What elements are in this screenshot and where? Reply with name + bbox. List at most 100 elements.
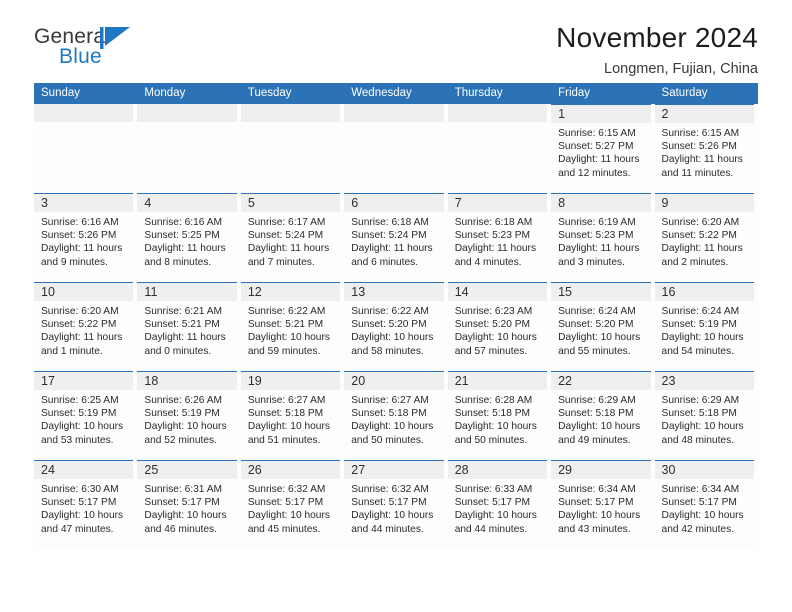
- day-number: 23: [661, 374, 676, 388]
- day-number-band: 22: [551, 371, 651, 390]
- sunset-text: Sunset: 5:21 PM: [144, 319, 220, 331]
- calendar-day-cell[interactable]: 12 Sunrise: 6:22 AM Sunset: 5:21 PM Dayligh…: [240, 282, 345, 371]
- calendar-day-cell-empty: [137, 104, 241, 193]
- day-number-band: 24: [34, 460, 134, 479]
- sunset-text: Sunset: 5:18 PM: [454, 408, 531, 420]
- calendar-day-cell[interactable]: 3 Sunrise: 6:16 AM Sunset: 5:26 PM Daylight…: [34, 193, 138, 282]
- day-number-band: 17: [34, 371, 134, 390]
- day-number: 5: [247, 196, 255, 210]
- calendar-day-cell[interactable]: 4 Sunrise: 6:16 AM Sunset: 5:25 PM Daylight…: [137, 193, 241, 282]
- calendar-day-cell[interactable]: 2 Sunrise: 6:15 AM Sunset: 5:26 PM Daylight…: [654, 104, 758, 193]
- day-number-band: 18: [137, 371, 237, 390]
- calendar-day-cell[interactable]: 28 Sunrise: 6:33 AM Sunset: 5:17 PM Dayligh…: [447, 460, 552, 549]
- day-sun-info: Sunrise: 6:19 AM Sunset: 5:23 PM Daylight:…: [551, 212, 650, 269]
- sunrise-text: Sunrise: 6:24 AM: [661, 306, 740, 317]
- day-number: 16: [661, 285, 676, 299]
- calendar-day-cell[interactable]: 18 Sunrise: 6:26 AM Sunset: 5:19 PM Dayligh…: [137, 371, 241, 460]
- day-sun-info: Sunrise: 6:33 AM Sunset: 5:17 PM Daylight:…: [448, 479, 547, 536]
- day-number: 14: [454, 285, 469, 299]
- day-sun-info: Sunrise: 6:18 AM Sunset: 5:24 PM Daylight:…: [344, 212, 443, 269]
- day-number: 2: [661, 107, 669, 121]
- day-number-band: 23: [654, 371, 754, 390]
- calendar-day-cell[interactable]: 16 Sunrise: 6:24 AM Sunset: 5:19 PM Dayligh…: [654, 282, 758, 371]
- calendar-day-cell[interactable]: 24 Sunrise: 6:30 AM Sunset: 5:17 PM Dayligh…: [34, 460, 138, 549]
- day-sun-info: Sunrise: 6:27 AM Sunset: 5:18 PM Daylight:…: [344, 390, 443, 447]
- calendar-day-cell[interactable]: 20 Sunrise: 6:27 AM Sunset: 5:18 PM Dayligh…: [344, 371, 448, 460]
- sunset-text: Sunset: 5:24 PM: [247, 230, 324, 242]
- day-number-band: 9: [654, 193, 754, 212]
- sunset-text: Sunset: 5:17 PM: [351, 497, 427, 509]
- daylight-text: Daylight: 11 hours and 9 minutes.: [41, 243, 123, 268]
- day-number-band: 2: [654, 104, 754, 123]
- calendar-day-cell[interactable]: 23 Sunrise: 6:29 AM Sunset: 5:18 PM Dayligh…: [654, 371, 758, 460]
- day-number: 19: [247, 374, 262, 388]
- day-number-band: 10: [34, 282, 134, 301]
- calendar-day-cell[interactable]: 17 Sunrise: 6:25 AM Sunset: 5:19 PM Dayligh…: [34, 371, 138, 460]
- day-number-band: 4: [137, 193, 237, 212]
- calendar-day-cell[interactable]: 19 Sunrise: 6:27 AM Sunset: 5:18 PM Dayligh…: [240, 371, 345, 460]
- calendar-day-cell[interactable]: 7 Sunrise: 6:18 AM Sunset: 5:23 PM Daylight…: [447, 193, 552, 282]
- calendar-day-cell[interactable]: 1 Sunrise: 6:15 AM Sunset: 5:27 PM Daylight…: [551, 104, 655, 193]
- daylight-text: Daylight: 11 hours and 7 minutes.: [247, 243, 330, 268]
- daylight-text: Daylight: 11 hours and 6 minutes.: [351, 243, 433, 268]
- sunrise-text: Sunrise: 6:25 AM: [41, 395, 119, 406]
- weekday-header-row: Sunday Monday Tuesday Wednesday Thursday Frid…: [34, 83, 758, 104]
- sunrise-text: Sunrise: 6:34 AM: [661, 484, 740, 495]
- weekday-header-saturday: Saturday: [661, 87, 708, 99]
- day-number: 4: [144, 196, 152, 210]
- calendar-day-cell[interactable]: 25 Sunrise: 6:31 AM Sunset: 5:17 PM Dayligh…: [137, 460, 241, 549]
- sunrise-text: Sunrise: 6:33 AM: [454, 484, 533, 495]
- day-sun-info: Sunrise: 6:34 AM Sunset: 5:17 PM Daylight:…: [551, 479, 650, 536]
- sunrise-text: Sunrise: 6:20 AM: [41, 306, 119, 317]
- daylight-text: Daylight: 11 hours and 11 minutes.: [661, 154, 743, 179]
- sunset-text: Sunset: 5:24 PM: [351, 230, 427, 242]
- calendar-day-cell[interactable]: 14 Sunrise: 6:23 AM Sunset: 5:20 PM Dayligh…: [447, 282, 552, 371]
- day-number-band: 28: [447, 460, 548, 479]
- daylight-text: Daylight: 10 hours and 48 minutes.: [661, 421, 744, 446]
- weekday-header-wednesday: Wednesday: [351, 87, 412, 99]
- sunset-text: Sunset: 5:27 PM: [558, 141, 634, 153]
- calendar-week-row: 3 Sunrise: 6:16 AM Sunset: 5:26 PM Daylight…: [34, 193, 758, 282]
- sunrise-text: Sunrise: 6:31 AM: [144, 484, 223, 495]
- daylight-text: Daylight: 11 hours and 0 minutes.: [144, 332, 226, 357]
- day-number-band: 21: [447, 371, 548, 390]
- weekday-header-tuesday: Tuesday: [247, 87, 292, 99]
- day-number: 1: [558, 107, 566, 121]
- calendar-day-cell[interactable]: 29 Sunrise: 6:34 AM Sunset: 5:17 PM Dayligh…: [551, 460, 655, 549]
- day-sun-info: Sunrise: 6:21 AM Sunset: 5:21 PM Daylight:…: [137, 301, 236, 358]
- calendar-day-cell[interactable]: 13 Sunrise: 6:22 AM Sunset: 5:20 PM Dayligh…: [344, 282, 448, 371]
- sunset-text: Sunset: 5:19 PM: [41, 408, 117, 420]
- calendar-day-cell[interactable]: 6 Sunrise: 6:18 AM Sunset: 5:24 PM Daylight…: [344, 193, 448, 282]
- weekday-header-friday: Friday: [558, 87, 591, 99]
- calendar-day-cell[interactable]: 26 Sunrise: 6:32 AM Sunset: 5:17 PM Dayligh…: [240, 460, 345, 549]
- daylight-text: Daylight: 10 hours and 46 minutes.: [144, 510, 227, 535]
- calendar-day-cell[interactable]: 11 Sunrise: 6:21 AM Sunset: 5:21 PM Dayligh…: [137, 282, 241, 371]
- calendar-day-cell[interactable]: 27 Sunrise: 6:32 AM Sunset: 5:17 PM Dayligh…: [344, 460, 448, 549]
- day-number: 17: [41, 374, 55, 388]
- calendar-day-cell[interactable]: 22 Sunrise: 6:29 AM Sunset: 5:18 PM Dayligh…: [551, 371, 655, 460]
- day-number-band: 11: [137, 282, 237, 301]
- sunrise-text: Sunrise: 6:32 AM: [247, 484, 326, 495]
- day-number-band: 12: [240, 282, 341, 301]
- calendar-day-cell[interactable]: 8 Sunrise: 6:19 AM Sunset: 5:23 PM Daylight…: [551, 193, 655, 282]
- daylight-text: Daylight: 10 hours and 44 minutes.: [351, 510, 434, 535]
- calendar-day-cell[interactable]: 9 Sunrise: 6:20 AM Sunset: 5:22 PM Daylight…: [654, 193, 758, 282]
- calendar-day-cell[interactable]: 15 Sunrise: 6:24 AM Sunset: 5:20 PM Dayligh…: [551, 282, 655, 371]
- day-number-band: 25: [137, 460, 237, 479]
- sunset-text: Sunset: 5:20 PM: [351, 319, 427, 331]
- brand-logo[interactable]: General Blue: [34, 26, 254, 76]
- daylight-text: Daylight: 10 hours and 54 minutes.: [661, 332, 744, 357]
- day-number: 3: [41, 196, 48, 210]
- sunrise-text: Sunrise: 6:15 AM: [661, 128, 740, 139]
- day-number-band: 29: [551, 460, 651, 479]
- sunset-text: Sunset: 5:18 PM: [247, 408, 324, 420]
- day-number-band: [240, 104, 341, 122]
- day-sun-info: Sunrise: 6:29 AM Sunset: 5:18 PM Daylight:…: [551, 390, 650, 447]
- calendar-day-cell[interactable]: 10 Sunrise: 6:20 AM Sunset: 5:22 PM Dayligh…: [34, 282, 138, 371]
- daylight-text: Daylight: 10 hours and 57 minutes.: [454, 332, 537, 357]
- calendar-day-cell[interactable]: 30 Sunrise: 6:34 AM Sunset: 5:17 PM Dayligh…: [654, 460, 758, 549]
- calendar-day-cell[interactable]: 5 Sunrise: 6:17 AM Sunset: 5:24 PM Daylight…: [240, 193, 345, 282]
- calendar-day-cell[interactable]: 21 Sunrise: 6:28 AM Sunset: 5:18 PM Dayligh…: [447, 371, 552, 460]
- sunset-text: Sunset: 5:18 PM: [558, 408, 634, 420]
- sunrise-text: Sunrise: 6:20 AM: [661, 217, 740, 228]
